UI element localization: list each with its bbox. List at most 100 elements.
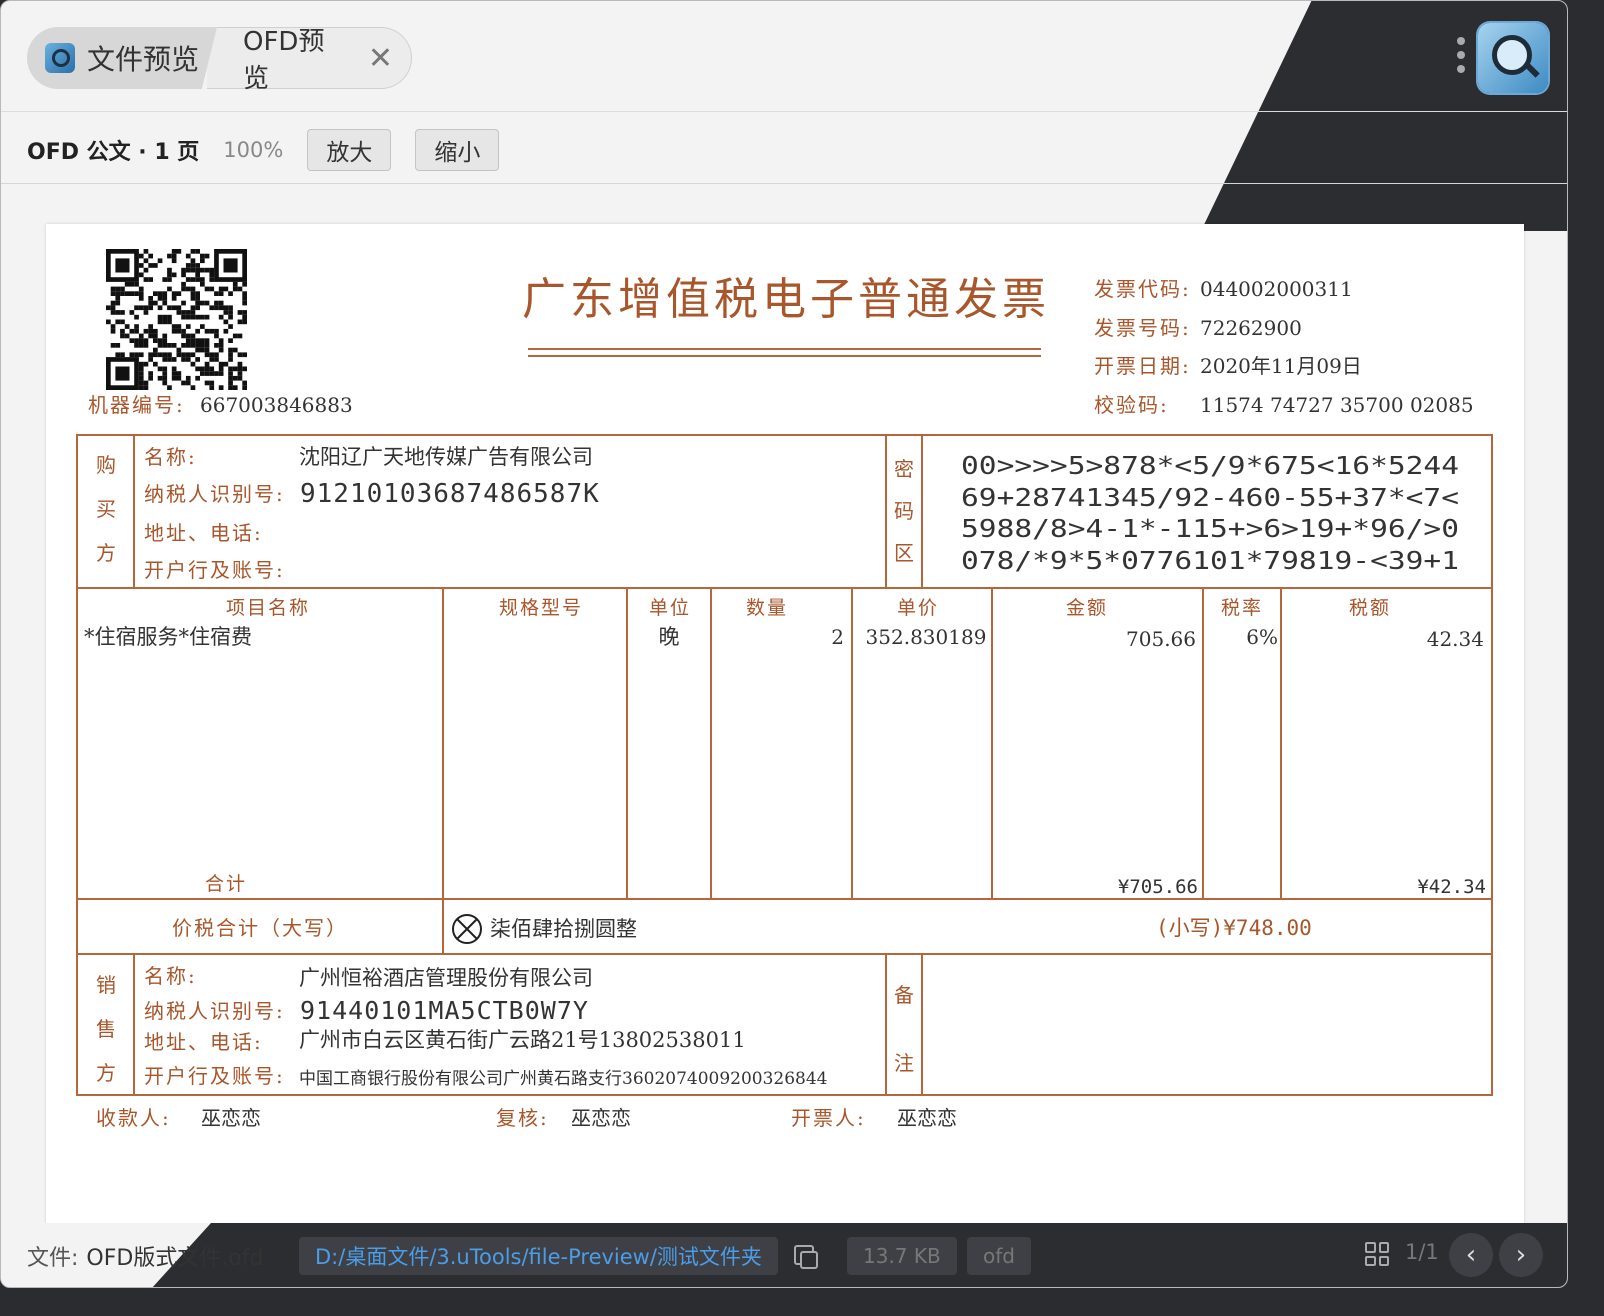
header-field-value: 72262900 — [1200, 316, 1302, 340]
preview-window: 文件预览 OFD预览 ✕ OFD 公文 · 1 页 100% 放大 缩小 广东增… — [0, 0, 1568, 1288]
item-rate: 6% — [1246, 625, 1278, 649]
header-field-label: 校验码: — [1094, 393, 1169, 417]
seller-side-label: 售 — [96, 1017, 116, 1041]
item-tax: 42.34 — [1427, 627, 1484, 651]
machine-number: 667003846883 — [200, 393, 353, 417]
cipher-side-label: 密 — [894, 457, 914, 481]
seller-bank: 中国工商银行股份有限公司广州黄石路支行3602074009200326844 — [299, 1069, 828, 1089]
seller-bank-label: 开户行及账号: — [144, 1064, 285, 1088]
header-field-label: 发票号码: — [1094, 316, 1191, 340]
buyer-tax-id: 91210103687486587K — [300, 479, 600, 509]
total-label: 合计 — [205, 873, 247, 895]
item-amount: 705.66 — [1126, 627, 1196, 651]
magnifier-icon — [45, 43, 75, 73]
page-indicator: 1/1 — [1405, 1240, 1439, 1264]
buyer-name-label: 名称: — [144, 445, 197, 469]
buyer-bank-label: 开户行及账号: — [144, 558, 285, 582]
item-qty: 2 — [831, 625, 844, 649]
footer-label: 收款人: — [96, 1106, 171, 1130]
tab-label: OFD预览 — [243, 27, 325, 94]
column-header: 税额 — [1349, 597, 1391, 619]
seller-side-label: 方 — [96, 1061, 116, 1085]
close-icon[interactable]: ✕ — [368, 41, 393, 76]
file-path-link[interactable]: D:/桌面文件/3.uTools/file-Preview/测试文件夹 — [299, 1237, 778, 1275]
chevron-right-icon: › — [1515, 1240, 1527, 1270]
chevron-left-icon: ‹ — [1465, 1240, 1477, 1270]
divider — [1, 111, 1567, 112]
buyer-name: 沈阳辽广天地传媒广告有限公司 — [299, 445, 593, 469]
column-header: 单位 — [649, 597, 691, 619]
cipher-side-label: 码 — [894, 499, 914, 523]
file-label: 文件: — [27, 1246, 79, 1271]
zoom-in-button[interactable]: 放大 — [307, 129, 392, 171]
more-menu-icon[interactable] — [1457, 37, 1467, 73]
column-header: 单价 — [897, 597, 939, 619]
zoom-level: 100% — [223, 138, 284, 162]
footer-label: 复核: — [496, 1106, 549, 1130]
buyer-tax-label: 纳税人识别号: — [144, 482, 285, 506]
grand-total-label: 价税合计（大写） — [172, 916, 348, 940]
buyer-side-label: 购 — [96, 453, 116, 477]
file-info: 文件: OFD版式文件.ofd — [27, 1223, 264, 1287]
column-header: 税率 — [1221, 597, 1263, 619]
copy-icon[interactable] — [794, 1245, 818, 1269]
tab-ofd-preview[interactable]: OFD预览 ✕ — [207, 27, 412, 94]
toolbar: OFD 公文 · 1 页 100% 放大 缩小 — [27, 128, 500, 172]
invoice-title: 广东增值税电子普通发票 — [522, 274, 1050, 325]
thumbnail-grid-icon[interactable] — [1365, 1242, 1389, 1266]
seller-tax-label: 纳税人识别号: — [144, 999, 285, 1023]
buyer-address-label: 地址、电话: — [144, 521, 263, 545]
item-unit: 晚 — [659, 625, 680, 649]
header-field-value: 044002000311 — [1200, 277, 1353, 301]
item-name: *住宿服务*住宿费 — [84, 625, 252, 649]
machine-number-label: 机器编号: — [88, 393, 185, 417]
seller-name-label: 名称: — [144, 964, 197, 988]
prev-page-button[interactable]: ‹ — [1449, 1233, 1493, 1277]
cipher-line: 5988/8>4-1*-115+>6>19+*96/>0 — [961, 514, 1459, 543]
buyer-side-label: 买 — [96, 497, 116, 521]
header-field-label: 开票日期: — [1094, 354, 1191, 378]
grand-total-upper: 柒佰肆拾捌圆整 — [490, 917, 637, 941]
window-edge — [1567, 1, 1568, 1288]
file-name: OFD版式文件.ofd — [86, 1246, 264, 1271]
remark-label: 备 — [894, 983, 914, 1007]
qr-code — [106, 249, 247, 390]
cipher-line: 078/*9*5*0776101*79819-<39+1 — [961, 546, 1459, 575]
seller-name: 广州恒裕酒店管理股份有限公司 — [299, 966, 593, 990]
app-logo-icon — [1478, 23, 1548, 93]
seller-address-label: 地址、电话: — [144, 1030, 263, 1054]
tab-file-preview[interactable]: 文件预览 — [27, 27, 217, 89]
column-header: 数量 — [746, 597, 788, 619]
footer-value: 巫恋恋 — [201, 1106, 261, 1130]
cipher-line: 00>>>>5>878*<5/9*675<16*5244 — [961, 451, 1459, 480]
footer-value: 巫恋恋 — [571, 1106, 631, 1130]
invoice: 广东增值税电子普通发票机器编号: 667003846883 发票代码: 0440020… — [76, 249, 1493, 1130]
total-tax: ¥42.34 — [1417, 876, 1486, 898]
buyer-side-label: 方 — [96, 541, 116, 565]
seller-address: 广州市白云区黄石街广云路21号13802538011 — [299, 1028, 746, 1052]
column-header: 规格型号 — [499, 597, 583, 619]
next-page-button[interactable]: › — [1499, 1233, 1543, 1277]
cipher-line: 69+28741345/92-460-55+37*<7< — [961, 483, 1459, 512]
tab-label: 文件预览 — [87, 43, 200, 76]
document-info: OFD 公文 · 1 页 — [27, 140, 200, 165]
header-field-value: 2020年11月09日 — [1200, 354, 1362, 378]
header-field-value: 11574 74727 35700 02085 — [1200, 393, 1474, 417]
zoom-out-button[interactable]: 缩小 — [415, 129, 500, 171]
column-header: 项目名称 — [226, 597, 310, 619]
remark-label: 注 — [894, 1051, 914, 1075]
divider — [1, 183, 1567, 184]
seller-side-label: 销 — [96, 973, 116, 997]
document-page: 广东增值税电子普通发票机器编号: 667003846883 发票代码: 0440020… — [46, 224, 1524, 1224]
footer-label: 开票人: — [791, 1106, 866, 1130]
footer-value: 巫恋恋 — [897, 1106, 957, 1130]
column-header: 金额 — [1066, 597, 1108, 619]
item-price: 352.830189 — [866, 625, 987, 649]
seller-tax-id: 91440101MA5CTB0W7Y — [300, 996, 589, 1025]
file-size: 13.7 KB — [847, 1237, 957, 1275]
cipher-side-label: 区 — [894, 541, 914, 565]
file-path[interactable]: D:/桌面文件/3.uTools/file-Preview/测试文件夹 — [299, 1223, 778, 1287]
tab-bar: 文件预览 OFD预览 ✕ — [27, 27, 412, 94]
grand-total-lower: (小写)¥748.00 — [1156, 916, 1312, 940]
header-field-label: 发票代码: — [1094, 277, 1191, 301]
